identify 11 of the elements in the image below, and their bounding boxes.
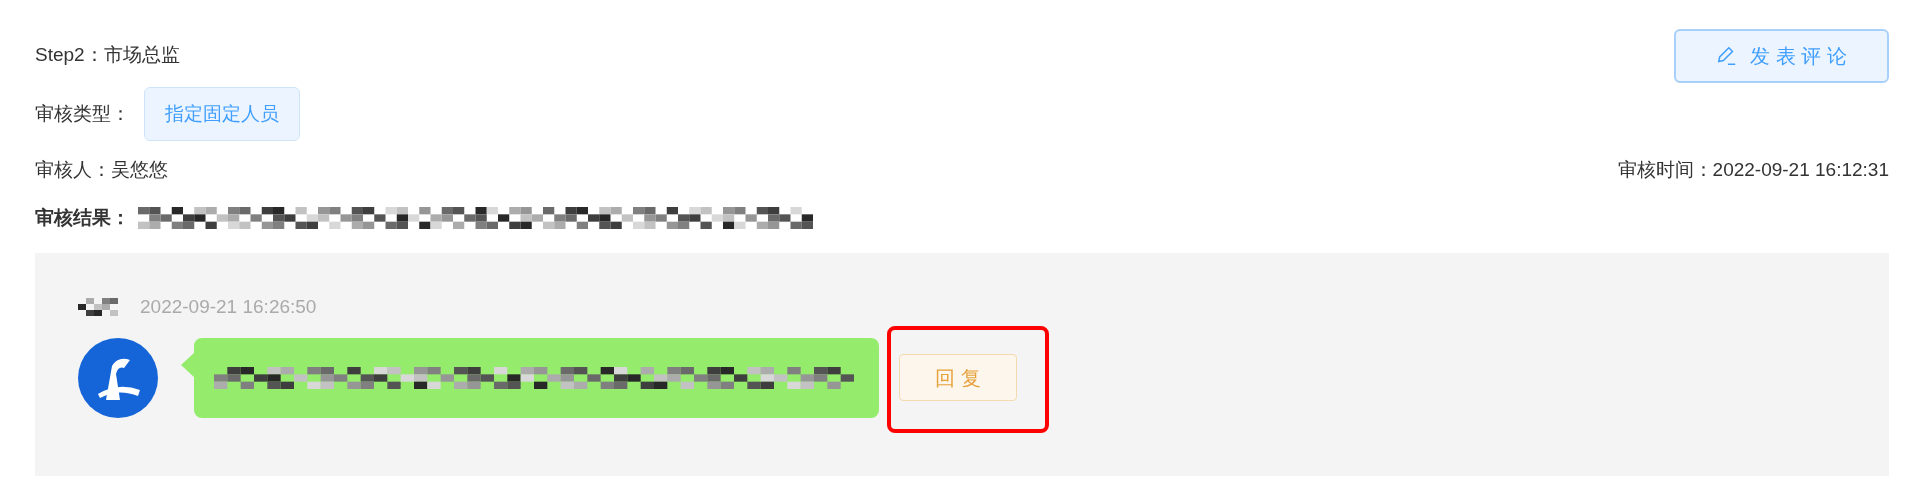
avatar-logo-icon: [78, 337, 158, 418]
redacted-name: [78, 298, 118, 317]
review-time-text: 审核时间：2022-09-21 16:12:31: [1617, 157, 1889, 182]
reply-button[interactable]: 回 复: [899, 354, 1017, 401]
review-type-tag: 指定固定人员: [144, 87, 300, 141]
review-type-label: 审核类型：: [35, 101, 130, 126]
publish-comment-button[interactable]: 发 表 评 论: [1674, 29, 1889, 83]
review-result-label: 审核结果：: [35, 205, 130, 230]
comment-time: 2022-09-21 16:26:50: [140, 295, 317, 319]
reviewer-text: 审核人：吴悠悠: [35, 157, 168, 182]
step-title: Step2：市场总监: [35, 43, 180, 67]
